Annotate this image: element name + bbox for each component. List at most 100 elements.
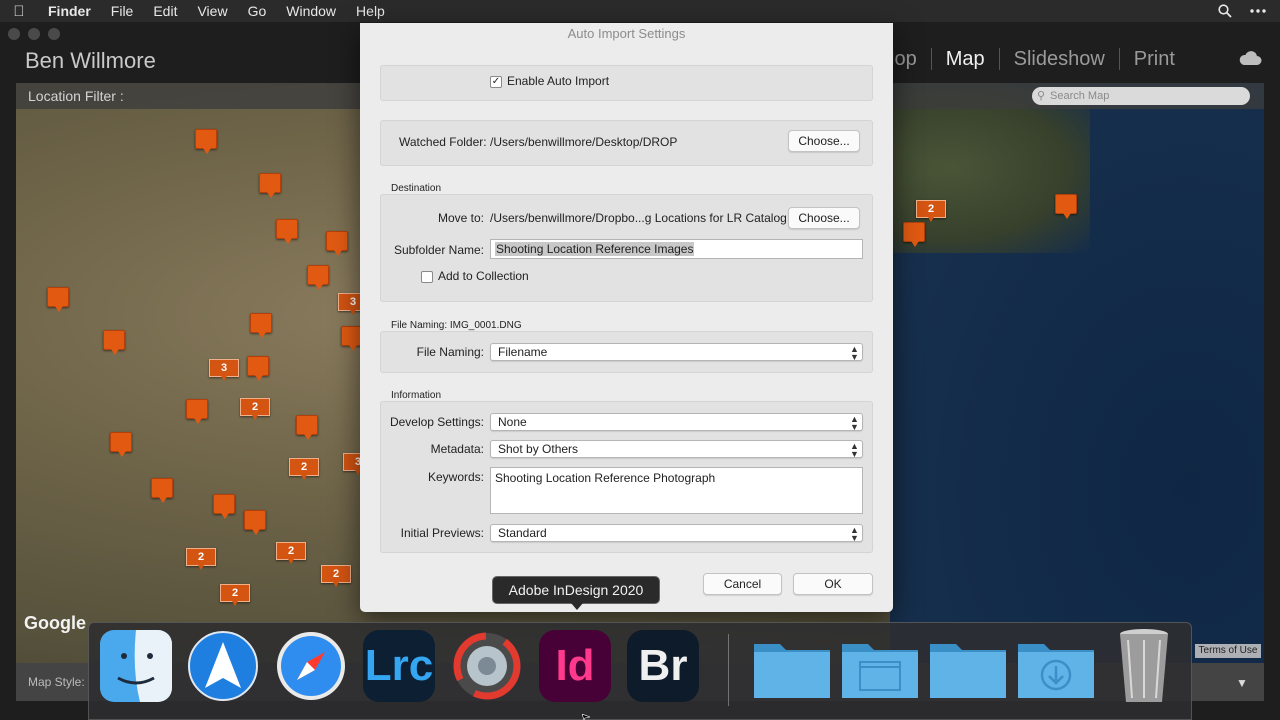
chevron-down-icon[interactable]: ▼ xyxy=(1236,676,1248,690)
trash-icon[interactable] xyxy=(1114,626,1174,706)
enable-panel xyxy=(380,65,873,101)
menu-app-name[interactable]: Finder xyxy=(38,0,101,22)
map-pin[interactable] xyxy=(213,494,235,519)
finder-face-icon xyxy=(100,630,172,702)
map-pin[interactable] xyxy=(307,265,329,290)
map-pin[interactable] xyxy=(326,231,348,256)
ok-button[interactable]: OK xyxy=(793,573,873,595)
updown-chevron-icon: ▲ ▼ xyxy=(850,414,859,432)
map-cluster[interactable]: 2 xyxy=(289,458,319,480)
map-pin[interactable] xyxy=(296,415,318,440)
watched-folder-label: Watched Folder: xyxy=(399,135,487,149)
safari-icon[interactable] xyxy=(275,630,347,702)
cursor-icon xyxy=(582,714,590,720)
close-window-button[interactable] xyxy=(8,28,20,40)
indesign-icon[interactable]: Id xyxy=(539,630,611,702)
map-pin[interactable] xyxy=(247,356,269,381)
map-search-placeholder: Search Map xyxy=(1050,90,1110,102)
keywords-textarea[interactable]: Shooting Location Reference Photograph xyxy=(490,467,863,514)
initial-previews-label: Initial Previews: xyxy=(400,526,484,540)
minimize-window-button[interactable] xyxy=(28,28,40,40)
menu-go[interactable]: Go xyxy=(238,0,277,22)
module-slideshow[interactable]: Slideshow xyxy=(998,48,1119,70)
menu-window[interactable]: Window xyxy=(276,0,346,22)
window-controls xyxy=(8,28,60,40)
develop-settings-select[interactable]: None ▲ ▼ xyxy=(490,413,863,432)
map-pin[interactable] xyxy=(259,173,281,198)
enable-auto-import-checkbox[interactable]: ✓ xyxy=(490,76,502,88)
cloud-icon[interactable] xyxy=(1238,50,1262,66)
map-pin[interactable] xyxy=(151,478,173,503)
map-pin[interactable] xyxy=(47,287,69,312)
folder-icon[interactable] xyxy=(928,636,1008,700)
subfolder-name-input[interactable]: Shooting Location Reference Images xyxy=(490,239,863,259)
time-machine-icon[interactable] xyxy=(451,630,523,702)
map-cluster[interactable]: 2 xyxy=(240,398,270,420)
map-pin[interactable] xyxy=(276,219,298,244)
menu-edit[interactable]: Edit xyxy=(143,0,187,22)
map-pin[interactable] xyxy=(103,330,125,355)
terms-of-use-link[interactable]: Terms of Use xyxy=(1195,644,1261,658)
zoom-window-button[interactable] xyxy=(48,28,60,40)
spark-paperplane-icon xyxy=(188,631,258,701)
search-icon: ⚲ xyxy=(1037,90,1046,102)
add-to-collection-label: Add to Collection xyxy=(438,269,529,283)
updown-chevron-icon: ▲ ▼ xyxy=(850,441,859,459)
map-style-label: Map Style: xyxy=(28,675,85,689)
spark-icon[interactable] xyxy=(187,630,259,702)
map-pin[interactable] xyxy=(1055,194,1077,219)
subfolder-name-value: Shooting Location Reference Images xyxy=(495,242,695,256)
finder-icon[interactable] xyxy=(100,630,172,702)
module-develop[interactable]: lop xyxy=(890,48,931,70)
spotlight-icon[interactable] xyxy=(1218,4,1232,18)
cancel-button[interactable]: Cancel xyxy=(703,573,782,595)
updown-chevron-icon: ▲ ▼ xyxy=(850,344,859,362)
file-naming-section-header: File Naming: IMG_0001.DNG xyxy=(391,320,522,331)
map-cluster[interactable]: 2 xyxy=(220,584,250,606)
map-cluster[interactable]: 2 xyxy=(186,548,216,570)
menu-help[interactable]: Help xyxy=(346,0,395,22)
initial-previews-select[interactable]: Standard ▲ ▼ xyxy=(490,524,863,543)
module-print[interactable]: Print xyxy=(1118,48,1189,70)
add-to-collection-checkbox[interactable] xyxy=(421,271,433,283)
folder-icon[interactable] xyxy=(752,636,832,700)
move-to-choose-button[interactable]: Choose... xyxy=(788,207,860,229)
menu-bar:  Finder File Edit View Go Window Help xyxy=(0,0,1280,22)
information-section-header: Information xyxy=(391,390,442,401)
more-icon[interactable] xyxy=(1250,9,1266,13)
map-pin[interactable] xyxy=(195,129,217,154)
updown-chevron-icon: ▲ ▼ xyxy=(850,525,859,543)
apple-icon[interactable]:  xyxy=(0,3,38,20)
initial-previews-value: Standard xyxy=(498,526,547,540)
map-cluster[interactable]: 2 xyxy=(276,542,306,564)
map-cluster[interactable]: 2 xyxy=(916,200,946,222)
metadata-value: Shot by Others xyxy=(498,442,579,456)
menu-view[interactable]: View xyxy=(187,0,237,22)
dock-tooltip: Adobe InDesign 2020 xyxy=(492,576,660,610)
map-search-input[interactable]: ⚲ Search Map xyxy=(1032,87,1250,105)
develop-settings-value: None xyxy=(498,415,527,429)
map-pin[interactable] xyxy=(110,432,132,457)
watched-folder-choose-button[interactable]: Choose... xyxy=(788,130,860,152)
lrc-icon[interactable]: Lrc xyxy=(363,630,435,702)
file-naming-value: Filename xyxy=(498,345,548,359)
module-map[interactable]: Map xyxy=(930,48,999,70)
map-pin[interactable] xyxy=(903,222,925,247)
develop-settings-label: Develop Settings: xyxy=(389,415,484,429)
map-cluster[interactable]: 2 xyxy=(321,565,351,587)
auto-import-dialog: Auto Import Settings ✓ Enable Auto Impor… xyxy=(360,23,893,612)
subfolder-name-label: Subfolder Name: xyxy=(393,243,484,257)
map-pin[interactable] xyxy=(186,399,208,424)
map-pin[interactable] xyxy=(250,313,272,338)
map-pin[interactable] xyxy=(244,510,266,535)
map-cluster[interactable]: 3 xyxy=(209,359,239,381)
destination-section-header: Destination xyxy=(391,183,442,194)
bridge-icon[interactable]: Br xyxy=(627,630,699,702)
move-to-path: /Users/benwillmore/Dropbo...g Locations … xyxy=(490,211,787,225)
dock-separator xyxy=(728,634,729,706)
downloads-folder-icon[interactable] xyxy=(1016,636,1096,700)
menu-file[interactable]: File xyxy=(101,0,144,22)
file-naming-select[interactable]: Filename ▲ ▼ xyxy=(490,343,863,362)
folder-icon[interactable] xyxy=(840,636,920,700)
metadata-select[interactable]: Shot by Others ▲ ▼ xyxy=(490,440,863,459)
